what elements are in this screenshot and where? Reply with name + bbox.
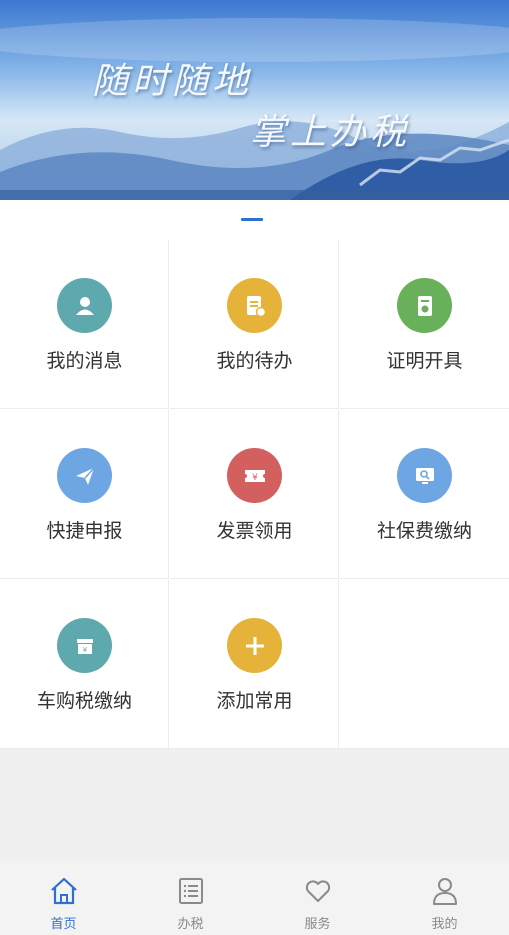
grid-item-label: 发票领用 — [216, 520, 293, 542]
grid-item-add-favorite[interactable]: 添加常用 — [170, 580, 339, 749]
svg-text:¥: ¥ — [82, 646, 87, 654]
banner[interactable]: 随时随地 掌上办税 — [0, 0, 509, 200]
list-icon — [179, 878, 203, 904]
grid-item-label: 车购税缴纳 — [36, 690, 132, 712]
certificate-icon — [397, 278, 452, 333]
grid-item-vehicle-tax[interactable]: ¥ 车购税缴纳 — [0, 580, 169, 749]
todo-list-icon — [227, 278, 282, 333]
tab-tax[interactable]: 办税 — [127, 860, 254, 935]
grid-item-invoice[interactable]: ¥ 发票领用 — [170, 410, 339, 579]
tab-home[interactable]: 首页 — [0, 860, 127, 935]
grid-item-label: 我的消息 — [46, 350, 123, 372]
grid-item-social-security[interactable]: 社保费缴纳 — [340, 410, 509, 579]
tab-mine[interactable]: 我的 — [381, 860, 508, 935]
grid-item-quick-declare[interactable]: 快捷申报 — [0, 410, 169, 579]
grid-empty-cell — [340, 580, 509, 749]
svg-text:¥: ¥ — [252, 473, 258, 483]
grid-item-label: 快捷申报 — [46, 520, 123, 542]
tax-box-icon: ¥ — [57, 618, 112, 673]
home-icon — [51, 877, 77, 905]
grid-item-label: 证明开具 — [386, 350, 463, 372]
grid-item-my-todo[interactable]: 我的待办 — [170, 240, 339, 409]
tab-label: 服务 — [304, 917, 331, 932]
grid-item-label: 我的待办 — [216, 350, 293, 372]
tab-label: 首页 — [50, 917, 77, 932]
tab-label: 我的 — [431, 917, 458, 932]
tab-label: 办税 — [177, 917, 204, 932]
function-grid: 我的消息 我的待办 证明开具 快捷申报 ¥ 发票领用 社保费缴纳 ¥ 车购税缴纳… — [0, 240, 509, 749]
person-icon — [433, 878, 457, 905]
bottom-tab-bar: 首页 办税 服务 我的 — [0, 860, 509, 935]
banner-slogan-line1: 随时随地 — [92, 61, 253, 102]
user-icon — [57, 278, 112, 333]
paper-plane-icon — [57, 448, 112, 503]
mountain-scenery-image — [0, 0, 509, 200]
plus-icon — [227, 618, 282, 673]
grid-item-certificate[interactable]: 证明开具 — [340, 240, 509, 409]
monitor-search-icon — [397, 448, 452, 503]
grid-item-label: 添加常用 — [216, 690, 293, 712]
carousel-indicator[interactable] — [241, 218, 263, 221]
grid-item-label: 社保费缴纳 — [376, 520, 472, 542]
grid-item-my-messages[interactable]: 我的消息 — [0, 240, 169, 409]
banner-slogan-line2: 掌上办税 — [250, 112, 411, 153]
heart-icon — [305, 880, 331, 902]
tab-service[interactable]: 服务 — [254, 860, 381, 935]
invoice-ticket-icon: ¥ — [227, 448, 282, 503]
